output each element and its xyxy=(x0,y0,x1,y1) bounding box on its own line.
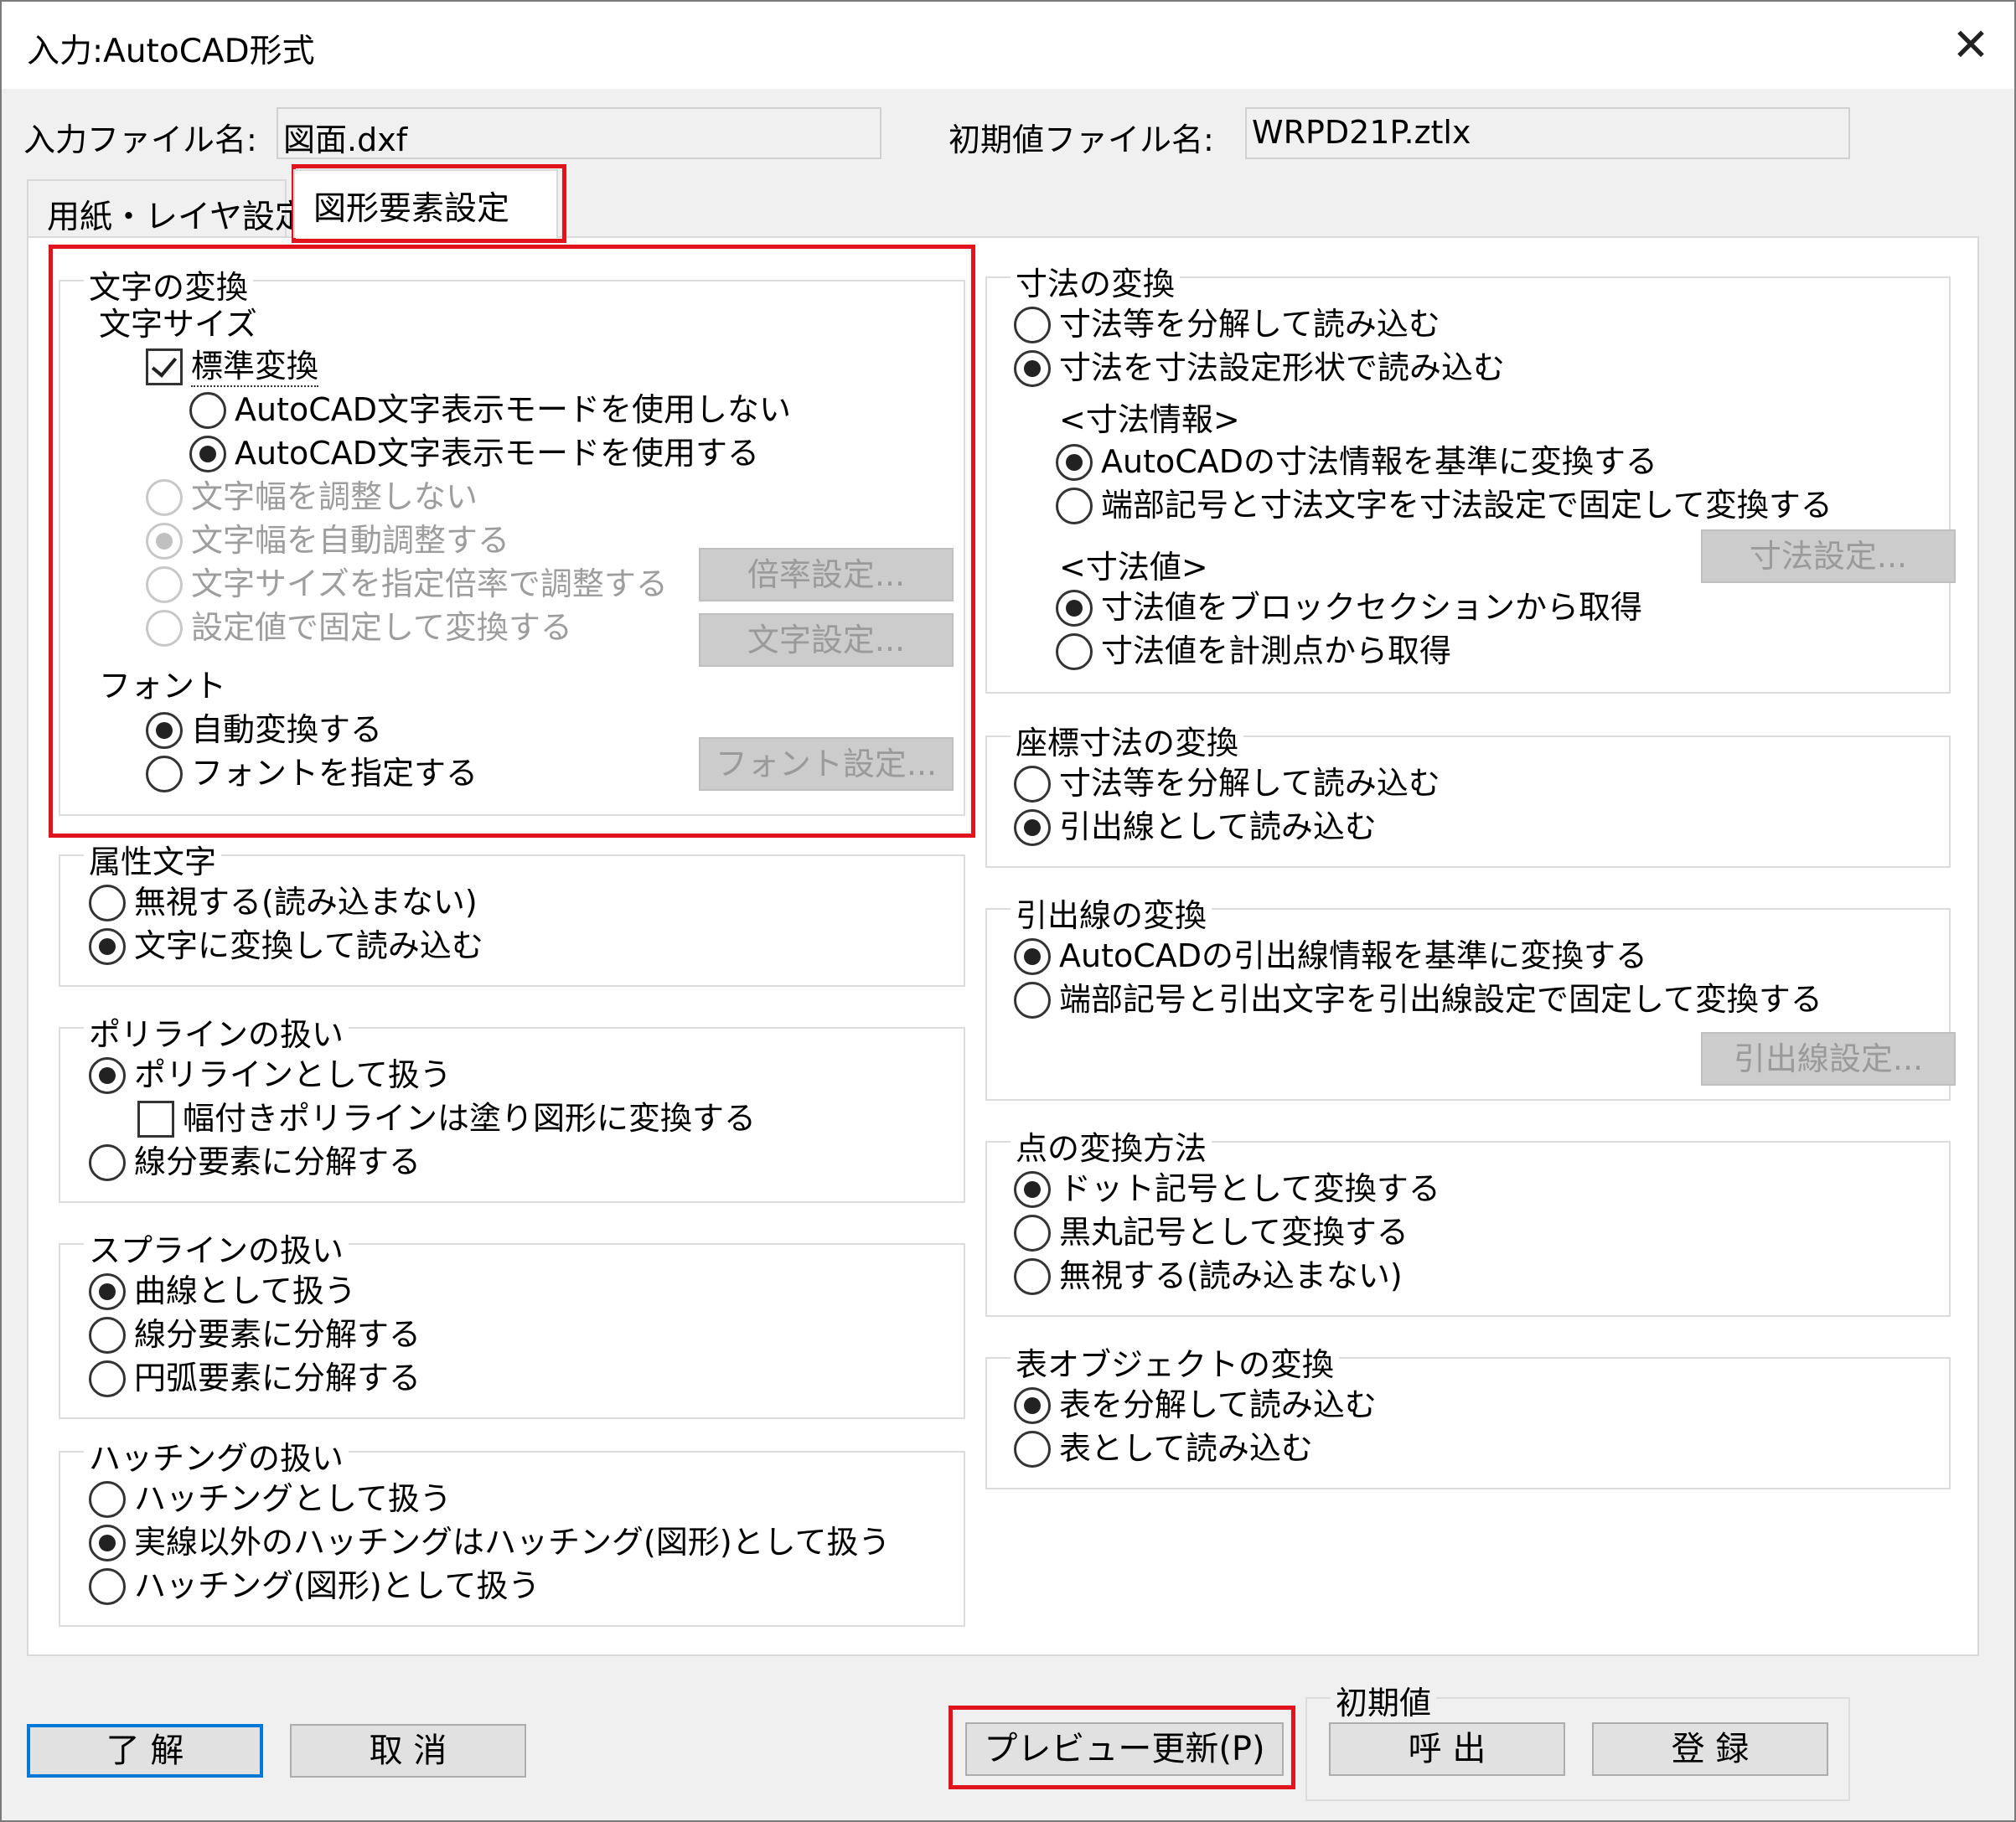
hatching-as-hatching-label: ハッチングとして扱う xyxy=(134,1480,452,1517)
dimension-info-fixed-label: 端部記号と寸法文字を寸法設定で固定して変換する xyxy=(1101,487,1832,524)
group-leader: 引出線の変換 AutoCADの引出線情報を基準に変換する 端部記号と引出文字を引… xyxy=(985,890,1956,1101)
dimension-decompose-label: 寸法等を分解して読み込む xyxy=(1059,306,1440,343)
group-attribute-text-legend: 属性文字 xyxy=(84,836,222,882)
group-spline: スプラインの扱い 曲線として扱う 線分要素に分解する 円弧要素に分解する xyxy=(59,1225,965,1419)
close-icon[interactable]: ✕ xyxy=(1939,13,2003,77)
point-as-black-circle-label: 黒丸記号として変換する xyxy=(1059,1214,1409,1251)
group-point: 点の変換方法 ドット記号として変換する 黒丸記号として変換する 無視する(読み込… xyxy=(985,1123,1951,1317)
coord-decompose-label: 寸法等を分解して読み込む xyxy=(1059,765,1440,802)
radio-selected-icon xyxy=(1014,809,1051,846)
group-polyline-legend: ポリラインの扱い xyxy=(84,1009,349,1055)
dimension-value-label: <寸法値> xyxy=(1059,549,1208,586)
autocad-input-dialog: 入力:AutoCAD形式 ✕ 入力ファイル名: 図面.dxf 初期値ファイル名:… xyxy=(0,0,2016,1822)
group-hatching: ハッチングの扱い ハッチングとして扱う 実線以外のハッチングはハッチング(図形)… xyxy=(59,1432,965,1627)
dimension-as-dimension-label: 寸法を寸法設定形状で読み込む xyxy=(1059,349,1506,386)
radio-unselected-icon xyxy=(1014,307,1051,343)
attr-convert-label: 文字に変換して読み込む xyxy=(134,927,483,964)
dialog-title: 入力:AutoCAD形式 xyxy=(27,33,315,70)
init-file-label: 初期値ファイル名: xyxy=(949,121,1214,158)
leader-autocad-label: AutoCADの引出線情報を基準に変換する xyxy=(1059,937,1648,974)
radio-unselected-icon xyxy=(89,1481,126,1518)
radio-unselected-icon xyxy=(1014,1431,1051,1468)
input-file-label: 入力ファイル名: xyxy=(23,121,257,158)
group-hatching-legend: ハッチングの扱い xyxy=(84,1432,349,1479)
spline-to-segments-label: 線分要素に分解する xyxy=(134,1316,421,1353)
radio-unselected-icon xyxy=(89,885,126,921)
radio-selected-icon xyxy=(89,1057,126,1094)
highlight-box-text-conversion xyxy=(49,245,975,838)
group-dimension: 寸法の変換 寸法等を分解して読み込む 寸法を寸法設定形状で読み込む <寸法情報>… xyxy=(985,258,1956,694)
leader-fixed-label: 端部記号と引出文字を引出線設定で固定して変換する xyxy=(1059,981,1822,1018)
attr-ignore-label: 無視する(読み込まない) xyxy=(134,884,478,921)
dimension-value-block-label: 寸法値をブロックセクションから取得 xyxy=(1101,589,1643,626)
spline-to-arcs-label: 円弧要素に分解する xyxy=(134,1360,421,1396)
input-file-field[interactable]: 図面.dxf xyxy=(277,107,881,159)
point-as-dot-label: ドット記号として変換する xyxy=(1059,1170,1440,1207)
radio-unselected-icon xyxy=(1014,1258,1051,1295)
defaults-label: 初期値 xyxy=(1331,1677,1437,1723)
radio-selected-icon xyxy=(1014,1387,1051,1424)
radio-selected-icon xyxy=(1014,1171,1051,1208)
radio-selected-icon xyxy=(1014,938,1051,975)
polyline-to-segments-label: 線分要素に分解する xyxy=(134,1143,421,1180)
highlight-box-preview xyxy=(949,1706,1295,1789)
group-coord-dimension-legend: 座標寸法の変換 xyxy=(1011,717,1244,763)
radio-selected-icon xyxy=(1014,350,1051,387)
group-spline-legend: スプラインの扱い xyxy=(84,1225,349,1271)
init-file-field[interactable]: WRPD21P.ztlx xyxy=(1245,107,1850,159)
dimension-settings-button[interactable]: 寸法設定... xyxy=(1701,529,1956,583)
hatching-as-shape-label: ハッチング(図形)として扱う xyxy=(134,1567,540,1604)
table-decompose-label: 表を分解して読み込む xyxy=(1059,1386,1377,1423)
radio-unselected-icon xyxy=(89,1568,126,1605)
radio-unselected-icon xyxy=(1056,488,1093,524)
group-table-object-legend: 表オブジェクトの変換 xyxy=(1011,1339,1340,1385)
radio-unselected-icon xyxy=(89,1360,126,1397)
group-dimension-legend: 寸法の変換 xyxy=(1011,258,1181,304)
radio-unselected-icon xyxy=(1014,982,1051,1019)
point-ignore-label: 無視する(読み込まない) xyxy=(1059,1257,1403,1294)
radio-selected-icon xyxy=(89,1525,126,1561)
dimension-info-autocad-label: AutoCADの寸法情報を基準に変換する xyxy=(1101,443,1658,480)
checkbox-unchecked-icon xyxy=(137,1101,174,1138)
load-defaults-button[interactable]: 呼 出 xyxy=(1329,1722,1565,1776)
title-bar[interactable]: 入力:AutoCAD形式 ✕ xyxy=(2,2,2014,89)
radio-unselected-icon xyxy=(1056,633,1093,670)
group-polyline: ポリラインの扱い ポリラインとして扱う 幅付きポリラインは塗り図形に変換する 線… xyxy=(59,1009,965,1203)
spline-as-curve-label: 曲線として扱う xyxy=(134,1272,356,1309)
tab-paper-layer[interactable]: 用紙・レイヤ設定 xyxy=(27,179,308,236)
table-as-table-label: 表として読み込む xyxy=(1059,1430,1313,1467)
tab-shape-elements[interactable]: 図形要素設定 xyxy=(293,169,558,238)
polyline-as-polyline-label: ポリラインとして扱う xyxy=(134,1056,452,1093)
group-leader-legend: 引出線の変換 xyxy=(1011,890,1212,936)
group-attribute-text: 属性文字 無視する(読み込まない) 文字に変換して読み込む xyxy=(59,836,965,987)
radio-unselected-icon xyxy=(89,1144,126,1181)
radio-selected-icon xyxy=(1056,590,1093,627)
register-defaults-button[interactable]: 登 録 xyxy=(1592,1722,1828,1776)
leader-settings-button[interactable]: 引出線設定... xyxy=(1701,1032,1956,1086)
coord-as-leader-label: 引出線として読み込む xyxy=(1059,808,1377,845)
group-table-object: 表オブジェクトの変換 表を分解して読み込む 表として読み込む xyxy=(985,1339,1951,1489)
dimension-info-label: <寸法情報> xyxy=(1059,401,1240,438)
hatching-non-solid-label: 実線以外のハッチングはハッチング(図形)として扱う xyxy=(134,1524,891,1561)
dimension-value-measure-label: 寸法値を計測点から取得 xyxy=(1101,632,1452,669)
polyline-width-fill-label: 幅付きポリラインは塗り図形に変換する xyxy=(183,1100,757,1137)
cancel-button[interactable]: 取 消 xyxy=(290,1724,526,1778)
radio-selected-icon xyxy=(89,1273,126,1310)
group-point-legend: 点の変換方法 xyxy=(1011,1123,1212,1169)
tab-paper-layer-label: 用紙・レイヤ設定 xyxy=(47,199,308,236)
radio-selected-icon xyxy=(89,928,126,965)
radio-selected-icon xyxy=(1056,444,1093,481)
group-coord-dimension: 座標寸法の変換 寸法等を分解して読み込む 引出線として読み込む xyxy=(985,717,1951,868)
radio-unselected-icon xyxy=(89,1317,126,1354)
radio-unselected-icon xyxy=(1014,766,1051,803)
ok-button[interactable]: 了 解 xyxy=(27,1724,263,1778)
radio-unselected-icon xyxy=(1014,1215,1051,1252)
tab-shape-elements-label: 図形要素設定 xyxy=(313,190,510,228)
